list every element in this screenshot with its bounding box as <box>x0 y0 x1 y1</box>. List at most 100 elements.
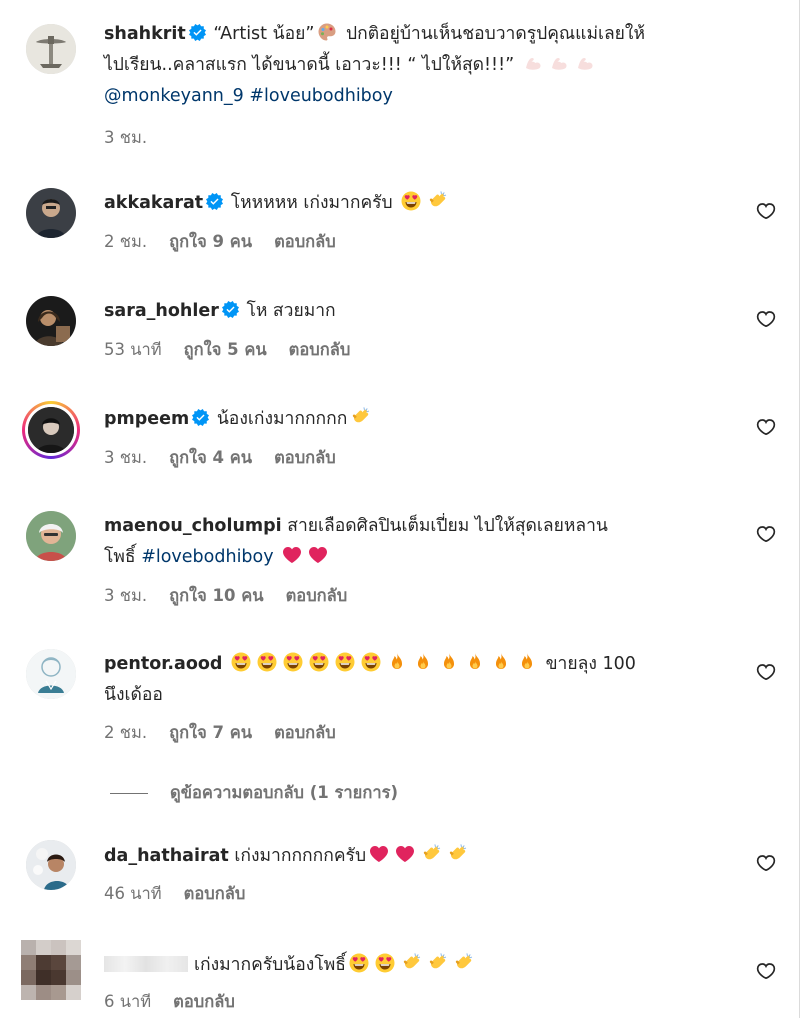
avatar[interactable] <box>26 511 76 561</box>
comment-meta: 2 ชม. ถูกใจ 9 คน ตอบกลับ <box>104 231 358 253</box>
caption-text: shahkrit “Artist น้อย” ปกติอยู่บ้านเห็นช… <box>104 19 740 112</box>
heart-eyes-emoji <box>283 652 303 672</box>
timestamp[interactable]: 6 นาที <box>104 992 151 1011</box>
flexed-biceps-emoji <box>549 53 569 73</box>
comment-meta: 6 นาที ตอบกลับ <box>104 991 257 1013</box>
comment-text: โห สวยมาก <box>246 301 336 321</box>
heart-eyes-emoji <box>309 652 329 672</box>
comment-text-continued: โพธิ์ <box>104 547 136 567</box>
heart-eyes-emoji <box>401 191 421 211</box>
heart-eyes-emoji <box>361 652 381 672</box>
timestamp[interactable]: 3 ชม. <box>104 448 147 467</box>
likes-count-button[interactable]: ถูกใจ 5 คน <box>184 340 267 359</box>
username[interactable]: pentor.aood <box>104 654 222 674</box>
like-heart-icon[interactable] <box>756 662 776 682</box>
story-ring[interactable] <box>22 401 80 459</box>
comment-text: โหหหหห เก่งมากครับ <box>230 193 393 213</box>
clap-emoji <box>453 953 473 973</box>
comment-text: เก่งมากกกกกครับ <box>234 846 367 866</box>
timestamp[interactable]: 53 นาที <box>104 340 162 359</box>
mention-link[interactable]: @monkeyann_9 <box>104 86 244 106</box>
comment-meta: 2 ชม. ถูกใจ 7 คน ตอบกลับ <box>104 722 358 744</box>
fire-emoji <box>413 652 433 672</box>
clap-emoji <box>427 191 447 211</box>
likes-count-button[interactable]: ถูกใจ 7 คน <box>169 723 252 742</box>
comment-text-continued: นึงเด้ออ <box>104 685 163 705</box>
username[interactable]: shahkrit <box>104 24 186 44</box>
likes-count-button[interactable]: ถูกใจ 9 คน <box>169 232 252 251</box>
heart-eyes-emoji <box>231 652 251 672</box>
red-heart-emoji <box>282 545 302 565</box>
comments-panel: shahkrit “Artist น้อย” ปกติอยู่บ้านเห็นช… <box>0 0 800 1018</box>
timestamp[interactable]: 2 ชม. <box>104 232 147 251</box>
like-heart-icon[interactable] <box>756 961 776 981</box>
heart-eyes-emoji <box>257 652 277 672</box>
clap-emoji <box>350 407 370 427</box>
username[interactable]: pmpeem <box>104 409 189 429</box>
comment-text: ขายลุง 100 <box>545 654 636 674</box>
like-heart-icon[interactable] <box>756 201 776 221</box>
heart-eyes-emoji <box>375 953 395 973</box>
comment-meta: 53 นาที ถูกใจ 5 คน ตอบกลับ <box>104 339 372 361</box>
fire-emoji <box>465 652 485 672</box>
like-heart-icon[interactable] <box>756 524 776 544</box>
red-heart-emoji <box>395 844 415 864</box>
reply-button[interactable]: ตอบกลับ <box>274 723 336 742</box>
reply-button[interactable]: ตอบกลับ <box>274 232 336 251</box>
fire-emoji <box>387 652 407 672</box>
avatar[interactable] <box>26 24 76 74</box>
view-replies-label[interactable]: ดูข้อความตอบกลับ (1 รายการ) <box>170 780 398 806</box>
clap-emoji <box>421 844 441 864</box>
heart-eyes-emoji <box>349 953 369 973</box>
username-blurred[interactable] <box>104 956 188 972</box>
avatar[interactable] <box>26 840 76 890</box>
hashtag-link[interactable]: #lovebodhiboy <box>141 547 273 567</box>
caption-sentence: ปกติอยู่บ้านเห็นชอบวาดรูปคุณแม่เลยให้ <box>345 24 646 44</box>
flexed-biceps-emoji <box>523 53 543 73</box>
timestamp[interactable]: 2 ชม. <box>104 723 147 742</box>
username[interactable]: maenou_cholumpi <box>104 516 282 536</box>
avatar[interactable] <box>28 407 74 453</box>
reply-button[interactable]: ตอบกลับ <box>274 448 336 467</box>
timestamp[interactable]: 46 นาที <box>104 884 162 903</box>
hashtag-link[interactable]: #loveubodhiboy <box>249 86 393 106</box>
clap-emoji <box>447 844 467 864</box>
reply-button[interactable]: ตอบกลับ <box>173 992 235 1011</box>
clap-emoji <box>401 953 421 973</box>
comment-meta: 3 ชม. ถูกใจ 10 คน ตอบกลับ <box>104 585 369 607</box>
likes-count-button[interactable]: ถูกใจ 10 คน <box>169 586 263 605</box>
username[interactable]: sara_hohler <box>104 301 219 321</box>
like-heart-icon[interactable] <box>756 853 776 873</box>
timestamp[interactable]: 3 ชม. <box>104 128 147 147</box>
caption-meta: 3 ชม. <box>104 127 169 149</box>
reply-button[interactable]: ตอบกลับ <box>286 586 348 605</box>
comment-text: น้องเก่งมากกกกก <box>216 409 348 429</box>
comment-meta: 46 นาที ตอบกลับ <box>104 883 267 905</box>
verified-icon <box>192 409 209 426</box>
avatar[interactable] <box>26 188 76 238</box>
palette-emoji <box>317 22 337 42</box>
likes-count-button[interactable]: ถูกใจ 4 คน <box>169 448 252 467</box>
username[interactable]: da_hathairat <box>104 846 229 866</box>
verified-icon <box>189 24 206 41</box>
divider-line <box>110 792 148 794</box>
caption-line-2: ไปเรียน..คลาสแรก ได้ขนาดนี้ เอาวะ!!! “ ไ… <box>104 55 515 75</box>
view-replies-button[interactable]: ดูข้อความตอบกลับ (1 รายการ) <box>110 780 398 806</box>
avatar-blurred[interactable] <box>21 940 81 1000</box>
reply-button[interactable]: ตอบกลับ <box>289 340 351 359</box>
red-heart-emoji <box>369 844 389 864</box>
verified-icon <box>222 301 239 318</box>
like-heart-icon[interactable] <box>756 309 776 329</box>
avatar[interactable] <box>26 296 76 346</box>
clap-emoji <box>427 953 447 973</box>
flexed-biceps-emoji <box>575 53 595 73</box>
comment-meta: 3 ชม. ถูกใจ 4 คน ตอบกลับ <box>104 447 358 469</box>
fire-emoji <box>491 652 511 672</box>
comment-text: สายเลือดศิลปินเต็มเปี่ยม ไปให้สุดเลยหลาน <box>287 516 608 536</box>
username[interactable]: akkakarat <box>104 193 203 213</box>
red-heart-emoji <box>308 545 328 565</box>
timestamp[interactable]: 3 ชม. <box>104 586 147 605</box>
reply-button[interactable]: ตอบกลับ <box>184 884 246 903</box>
like-heart-icon[interactable] <box>756 417 776 437</box>
avatar[interactable] <box>26 649 76 699</box>
